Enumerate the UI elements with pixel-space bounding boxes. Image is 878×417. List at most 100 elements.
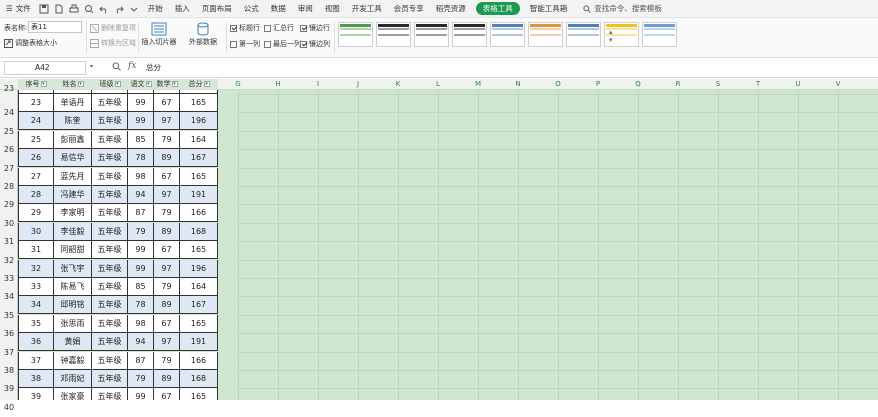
- row-header[interactable]: 27: [0, 160, 18, 178]
- column-header[interactable]: O: [538, 79, 578, 90]
- print-icon[interactable]: [69, 3, 80, 14]
- tab-smart-toolbox[interactable]: 智能工具箱: [524, 0, 574, 18]
- table-cell[interactable]: 89: [154, 370, 180, 388]
- table-cell[interactable]: 38: [18, 370, 54, 388]
- table-name-input[interactable]: 表11: [28, 21, 82, 33]
- convert-to-range-button[interactable]: 转换为区域: [90, 38, 136, 48]
- table-cell[interactable]: 32: [18, 259, 54, 278]
- checkbox-last-column[interactable]: 最后一列: [264, 39, 301, 49]
- table-cell[interactable]: 同韶甜: [54, 241, 92, 260]
- table-cell[interactable]: 五年级: [92, 112, 128, 131]
- tab-formula[interactable]: 公式: [238, 0, 265, 18]
- row-header[interactable]: 39: [0, 380, 18, 398]
- table-cell[interactable]: 五年级: [92, 241, 128, 260]
- resize-table-button[interactable]: 调整表格大小: [4, 38, 57, 48]
- row-header[interactable]: 25: [0, 123, 18, 141]
- filter-dropdown-icon[interactable]: ▾: [114, 81, 121, 87]
- table-cell[interactable]: 31: [18, 241, 54, 260]
- filter-dropdown-icon[interactable]: ▾: [171, 81, 178, 87]
- table-cell[interactable]: 五年级: [92, 222, 128, 241]
- table-cell[interactable]: 37: [18, 351, 54, 370]
- table-cell[interactable]: 张思雨: [54, 314, 92, 333]
- table-cell[interactable]: 易信华: [54, 149, 92, 168]
- banded-rows-checkbox[interactable]: [300, 24, 307, 32]
- table-cell[interactable]: 165: [180, 388, 218, 400]
- column-header[interactable]: I: [298, 79, 338, 90]
- table-cell[interactable]: 99: [128, 259, 154, 278]
- table-cell[interactable]: 196: [180, 112, 218, 131]
- fx-icon[interactable]: fx: [128, 61, 136, 71]
- table-cell[interactable]: 67: [154, 314, 180, 333]
- column-header[interactable]: L: [418, 79, 458, 90]
- table-cell[interactable]: 35: [18, 314, 54, 333]
- table-cell[interactable]: 85: [128, 130, 154, 149]
- column-header[interactable]: N: [498, 79, 538, 90]
- tab-member[interactable]: 会员专享: [388, 0, 430, 18]
- table-cell[interactable]: 冯建华: [54, 186, 92, 204]
- row-header[interactable]: 29: [0, 196, 18, 214]
- table-cell[interactable]: 五年级: [92, 314, 128, 333]
- filter-dropdown-icon[interactable]: ▾: [40, 81, 47, 87]
- table-style-swatch[interactable]: [452, 22, 487, 47]
- table-cell[interactable]: 78: [128, 296, 154, 315]
- total-row-checkbox[interactable]: [264, 24, 271, 32]
- row-header[interactable]: 33: [0, 270, 18, 288]
- table-cell[interactable]: 钟嘉毅: [54, 351, 92, 370]
- table-cell[interactable]: 五年级: [92, 94, 128, 112]
- table-cell[interactable]: 27: [18, 167, 54, 186]
- formula-input[interactable]: 总分: [146, 62, 161, 73]
- tab-data[interactable]: 数据: [265, 0, 292, 18]
- header-row-checkbox[interactable]: [230, 24, 237, 32]
- table-cell[interactable]: 89: [154, 296, 180, 315]
- table-cell[interactable]: 30: [18, 222, 54, 241]
- table-cell[interactable]: 97: [154, 112, 180, 131]
- row-header[interactable]: 38: [0, 362, 18, 380]
- table-cell[interactable]: 165: [180, 94, 218, 112]
- table-cell[interactable]: 166: [180, 351, 218, 370]
- row-header[interactable]: 31: [0, 233, 18, 251]
- row-header[interactable]: 37: [0, 344, 18, 362]
- table-cell[interactable]: 25: [18, 130, 54, 149]
- table-cell[interactable]: 99: [128, 241, 154, 260]
- print-preview-icon[interactable]: [84, 3, 95, 14]
- table-cell[interactable]: 196: [180, 259, 218, 278]
- table-cell[interactable]: 67: [154, 241, 180, 260]
- table-cell[interactable]: 五年级: [92, 149, 128, 168]
- table-header-cell[interactable]: 班级 ▾: [92, 79, 128, 90]
- row-header[interactable]: 34: [0, 288, 18, 306]
- table-cell[interactable]: 单语丹: [54, 94, 92, 112]
- row-header[interactable]: 24: [0, 104, 18, 122]
- table-cell[interactable]: 五年级: [92, 370, 128, 388]
- table-cell[interactable]: 29: [18, 204, 54, 223]
- table-cell[interactable]: 99: [128, 388, 154, 400]
- export-pdf-icon[interactable]: [54, 3, 65, 14]
- filter-dropdown-icon[interactable]: ▾: [77, 81, 84, 87]
- checkbox-header-row[interactable]: 标题行: [230, 23, 260, 33]
- table-cell[interactable]: 五年级: [92, 388, 128, 400]
- table-header-cell[interactable]: 语文 ▾: [128, 79, 154, 90]
- table-cell[interactable]: 89: [154, 222, 180, 241]
- table-style-swatch[interactable]: [414, 22, 449, 47]
- column-header[interactable]: Q: [618, 79, 658, 90]
- table-cell[interactable]: 168: [180, 370, 218, 388]
- table-cell[interactable]: 166: [180, 204, 218, 223]
- table-style-swatch[interactable]: [642, 22, 677, 47]
- tab-insert[interactable]: 插入: [169, 0, 196, 18]
- table-cell[interactable]: 邱明铭: [54, 296, 92, 315]
- table-cell[interactable]: 陈易飞: [54, 278, 92, 296]
- column-header[interactable]: M: [458, 79, 498, 90]
- external-data-button[interactable]: 外部数据: [182, 22, 224, 47]
- table-cell[interactable]: 五年级: [92, 259, 128, 278]
- column-header[interactable]: K: [378, 79, 418, 90]
- table-cell[interactable]: 五年级: [92, 186, 128, 204]
- table-cell[interactable]: 191: [180, 333, 218, 352]
- table-cell[interactable]: 87: [128, 204, 154, 223]
- name-box[interactable]: A42: [4, 61, 86, 75]
- row-header[interactable]: 36: [0, 325, 18, 343]
- table-cell[interactable]: 89: [154, 149, 180, 168]
- table-header-cell[interactable]: 姓名 ▾: [54, 79, 92, 90]
- table-header-cell[interactable]: 数学 ▾: [154, 79, 180, 90]
- remove-duplicates-button[interactable]: 删除重复项: [90, 23, 136, 33]
- table-cell[interactable]: 邓雨妃: [54, 370, 92, 388]
- row-header[interactable]: 35: [0, 307, 18, 325]
